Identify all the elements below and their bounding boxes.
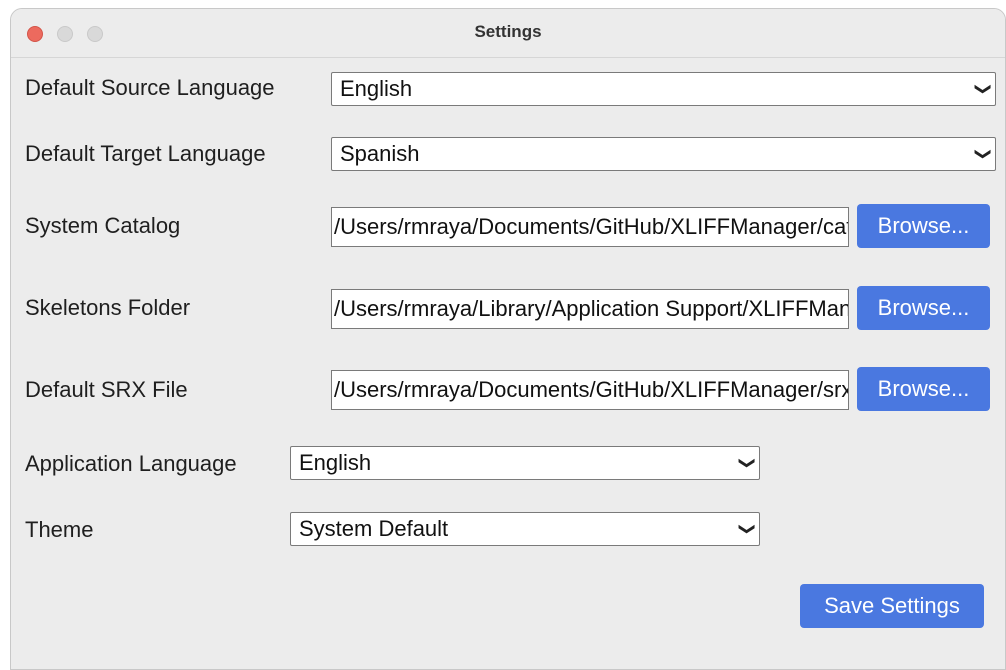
source-language-select[interactable]: English ❯ bbox=[331, 72, 996, 106]
title-bar: Settings bbox=[11, 9, 1005, 58]
source-language-value: English bbox=[340, 76, 413, 101]
save-settings-button[interactable]: Save Settings bbox=[800, 584, 984, 628]
system-catalog-browse-button[interactable]: Browse... bbox=[857, 204, 990, 248]
default-srx-label: Default SRX File bbox=[25, 377, 188, 402]
default-srx-input[interactable]: /Users/rmraya/Documents/GitHub/XLIFFMana… bbox=[331, 370, 849, 410]
target-language-label: Default Target Language bbox=[25, 141, 266, 166]
chevron-down-icon: ❯ bbox=[738, 522, 756, 536]
chevron-down-icon: ❯ bbox=[738, 456, 756, 470]
window-title: Settings bbox=[474, 22, 542, 41]
theme-select[interactable]: System Default ❯ bbox=[290, 512, 760, 546]
default-srx-browse-button[interactable]: Browse... bbox=[857, 367, 990, 411]
app-language-label: Application Language bbox=[25, 451, 237, 476]
settings-window: Settings Default Source Language English… bbox=[10, 8, 1006, 670]
skeletons-folder-input[interactable]: /Users/rmraya/Library/Application Suppor… bbox=[331, 289, 849, 329]
system-catalog-label: System Catalog bbox=[25, 213, 181, 238]
chevron-down-icon: ❯ bbox=[974, 147, 992, 161]
chevron-down-icon: ❯ bbox=[974, 82, 992, 96]
theme-label: Theme bbox=[25, 517, 94, 542]
target-language-value: Spanish bbox=[340, 141, 420, 166]
system-catalog-input[interactable]: /Users/rmraya/Documents/GitHub/XLIFFMana… bbox=[331, 207, 849, 247]
target-language-select[interactable]: Spanish ❯ bbox=[331, 137, 996, 171]
skeletons-folder-browse-button[interactable]: Browse... bbox=[857, 286, 990, 330]
skeletons-folder-label: Skeletons Folder bbox=[25, 295, 191, 320]
theme-value: System Default bbox=[299, 516, 449, 541]
app-language-select[interactable]: English ❯ bbox=[290, 446, 760, 480]
app-language-value: English bbox=[299, 450, 372, 475]
source-language-label: Default Source Language bbox=[25, 75, 275, 100]
